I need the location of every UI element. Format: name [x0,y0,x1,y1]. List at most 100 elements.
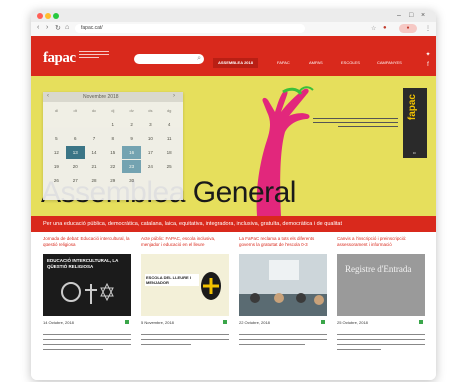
article-card[interactable]: Acte públic: FAPAC, escola inclusiva, me… [141,236,229,380]
article-image[interactable]: Registre d'Entrada [337,254,425,316]
calendar-day[interactable]: 4 [160,118,179,131]
article-card[interactable]: Canvis a l'inscripció i preinscripció: a… [337,236,425,380]
nav-item-campanyes[interactable]: CAMPANYES [377,58,402,68]
search-input[interactable]: ⌕ [134,54,204,64]
calendar-day[interactable]: 3 [141,118,160,131]
calendar-day[interactable]: 20 [66,160,85,173]
calendar-day[interactable] [85,118,104,131]
calendar-day[interactable]: 24 [141,160,160,173]
site-header: fapac ⌕ ASSEMBLEA 2018 FAPAC AMPAS ESCOL… [31,36,436,76]
calendar-day-event[interactable]: 16 [122,146,141,159]
article-image[interactable]: ESCOLA DEL LLEURE I MENJADOR [141,254,229,316]
article-image[interactable]: EDUCACIÓ INTERCULTURAL, LA QÜESTIÓ RELIG… [43,254,131,316]
address-bar: ‹ › ↻ ⌂ fapac.cat/ ☆ ● ● ⋮ [31,22,436,37]
search-icon[interactable]: ⌕ [197,55,201,63]
article-excerpt [43,332,131,350]
egg-graphic [201,272,221,300]
calendar-day[interactable]: 7 [85,132,104,145]
calendar-day[interactable]: 1 [103,118,122,131]
calendar-day[interactable]: 6 [66,132,85,145]
minimize-icon[interactable]: – [397,12,401,19]
calendar-week: 12 13 14 15 16 17 18 [47,146,179,160]
calendar-day[interactable]: 14 [85,146,104,159]
article-image[interactable] [239,254,327,316]
calendar-day[interactable]: 21 [85,160,104,173]
calendar-day[interactable]: 15 [103,146,122,159]
article-excerpt [337,332,425,350]
calendar-day[interactable] [160,174,179,187]
calendar-day[interactable]: 28 [85,174,104,187]
calendar-day-event[interactable]: 23 [122,160,141,173]
url-field[interactable]: fapac.cat/ [75,24,305,33]
comment-icon[interactable] [321,320,325,324]
article-title[interactable]: Canvis a l'inscripció i preinscripció: a… [337,236,425,247]
calendar-next-icon[interactable]: › [173,93,175,99]
nav-item-fapac[interactable]: FAPAC [277,58,290,68]
nav-item-assemblea[interactable]: ASSEMBLEA 2018 [213,58,258,68]
article-image-caption: Registre d'Entrada [345,264,412,274]
fapac-badge: fapac •• [403,88,427,158]
menu-icon[interactable]: ⋮ [425,25,431,32]
calendar-day[interactable]: 27 [66,174,85,187]
calendar-week: 19 20 21 22 23 24 25 [47,160,179,174]
site-logo[interactable]: fapac [43,50,76,67]
comment-icon[interactable] [419,320,423,324]
article-excerpt [239,332,327,345]
comment-icon[interactable] [223,320,227,324]
calendar-day[interactable]: 5 [47,132,66,145]
calendar-day-today[interactable]: 13 [65,146,85,159]
maximize-icon[interactable]: □ [409,12,413,19]
nav-item-escoles[interactable]: ESCOLES [341,58,360,68]
browser-window: – □ × ‹ › ↻ ⌂ fapac.cat/ ☆ ● ● ⋮ fapac ⌕… [31,10,436,380]
home-icon[interactable]: ⌂ [65,24,69,31]
calendar-day[interactable]: 22 [103,160,122,173]
calendar-day[interactable]: 9 [122,132,141,145]
article-title[interactable]: Acte públic: FAPAC, escola inclusiva, me… [141,236,229,247]
calendar-day[interactable]: 2 [122,118,141,131]
extension-icon[interactable]: ☆ [371,25,376,32]
forward-icon[interactable]: › [46,24,48,31]
calendar-day[interactable]: 17 [141,146,160,159]
calendar-day[interactable]: 30 [122,174,141,187]
calendar-day[interactable] [141,174,160,187]
extension-red-icon[interactable]: ● [383,25,387,31]
calendar-day[interactable]: 10 [141,132,160,145]
close-dot[interactable] [37,13,43,19]
conference-photo [239,254,327,316]
calendar-day[interactable] [47,118,66,131]
calendar-day[interactable]: 18 [160,146,179,159]
articles-section: Jornada de debat: Educació intercultural… [31,232,436,380]
article-title[interactable]: Jornada de debat: Educació intercultural… [43,236,131,247]
facebook-icon[interactable]: f [423,60,433,70]
article-card[interactable]: Jornada de debat: Educació intercultural… [43,236,131,380]
article-date: 25 Octubre, 2018 [337,320,368,325]
nav-item-ampas[interactable]: AMPAS [309,58,323,68]
comment-icon[interactable] [125,320,129,324]
close-icon[interactable]: × [421,12,425,19]
calendar-day[interactable]: 11 [160,132,179,145]
calendar-day[interactable]: 29 [103,174,122,187]
calendar-day[interactable]: 19 [47,160,66,173]
minimize-dot[interactable] [45,13,51,19]
banner-caption [313,116,398,127]
article-date: 5 Novembre, 2018 [141,320,174,325]
calendar-day[interactable]: 25 [160,160,179,173]
calendar-day[interactable]: 12 [47,146,66,159]
calendar-month: Novembre 2018 [83,94,119,100]
calendar-day[interactable] [66,118,85,131]
calendar-prev-icon[interactable]: ‹ [47,93,49,99]
reload-icon[interactable]: ↻ [55,24,61,32]
calendar-header: ‹ Novembre 2018 › [43,92,183,102]
article-title[interactable]: La FaPaC reclama a tots els diferents go… [239,236,327,247]
weekday-label: dv [129,108,134,113]
article-excerpt [141,332,229,345]
back-icon[interactable]: ‹ [37,24,39,31]
calendar-day[interactable]: 26 [47,174,66,187]
weekday-label: dc [91,108,97,113]
calendar-day[interactable]: 8 [103,132,122,145]
logo-tagline [79,50,109,58]
profile-avatar[interactable]: ● [399,24,417,33]
maximize-dot[interactable] [53,13,59,19]
article-card[interactable]: La FaPaC reclama a tots els diferents go… [239,236,327,380]
twitter-icon[interactable]: ✦ [423,50,433,60]
